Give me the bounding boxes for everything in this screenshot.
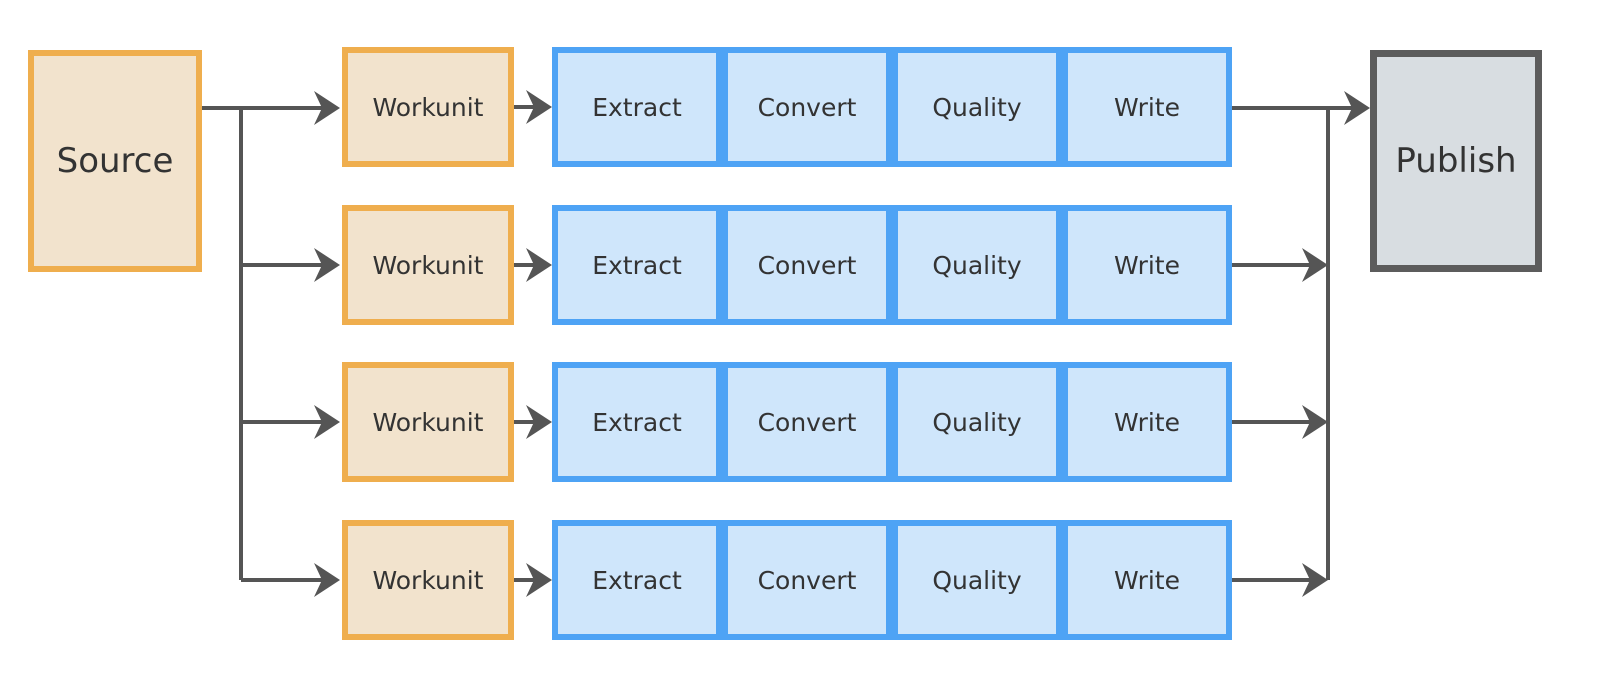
stage-write-node: Write: [1062, 362, 1232, 482]
stage-quality-node: Quality: [892, 47, 1062, 167]
stage-write-node: Write: [1062, 205, 1232, 325]
stage-convert-node: Convert: [722, 205, 892, 325]
publish-node: Publish: [1370, 50, 1542, 272]
stage-write-node: Write: [1062, 47, 1232, 167]
workunit-node: Workunit: [342, 362, 514, 482]
stage-extract-node: Extract: [552, 362, 722, 482]
stage-convert-node: Convert: [722, 47, 892, 167]
stage-extract-node: Extract: [552, 520, 722, 640]
workunit-node: Workunit: [342, 520, 514, 640]
stage-convert-node: Convert: [722, 362, 892, 482]
source-node: Source: [28, 50, 202, 272]
stage-write-node: Write: [1062, 520, 1232, 640]
stage-quality-node: Quality: [892, 362, 1062, 482]
stage-quality-node: Quality: [892, 205, 1062, 325]
stage-extract-node: Extract: [552, 205, 722, 325]
stage-extract-node: Extract: [552, 47, 722, 167]
workunit-node: Workunit: [342, 205, 514, 325]
stage-quality-node: Quality: [892, 520, 1062, 640]
workunit-node: Workunit: [342, 47, 514, 167]
stage-convert-node: Convert: [722, 520, 892, 640]
